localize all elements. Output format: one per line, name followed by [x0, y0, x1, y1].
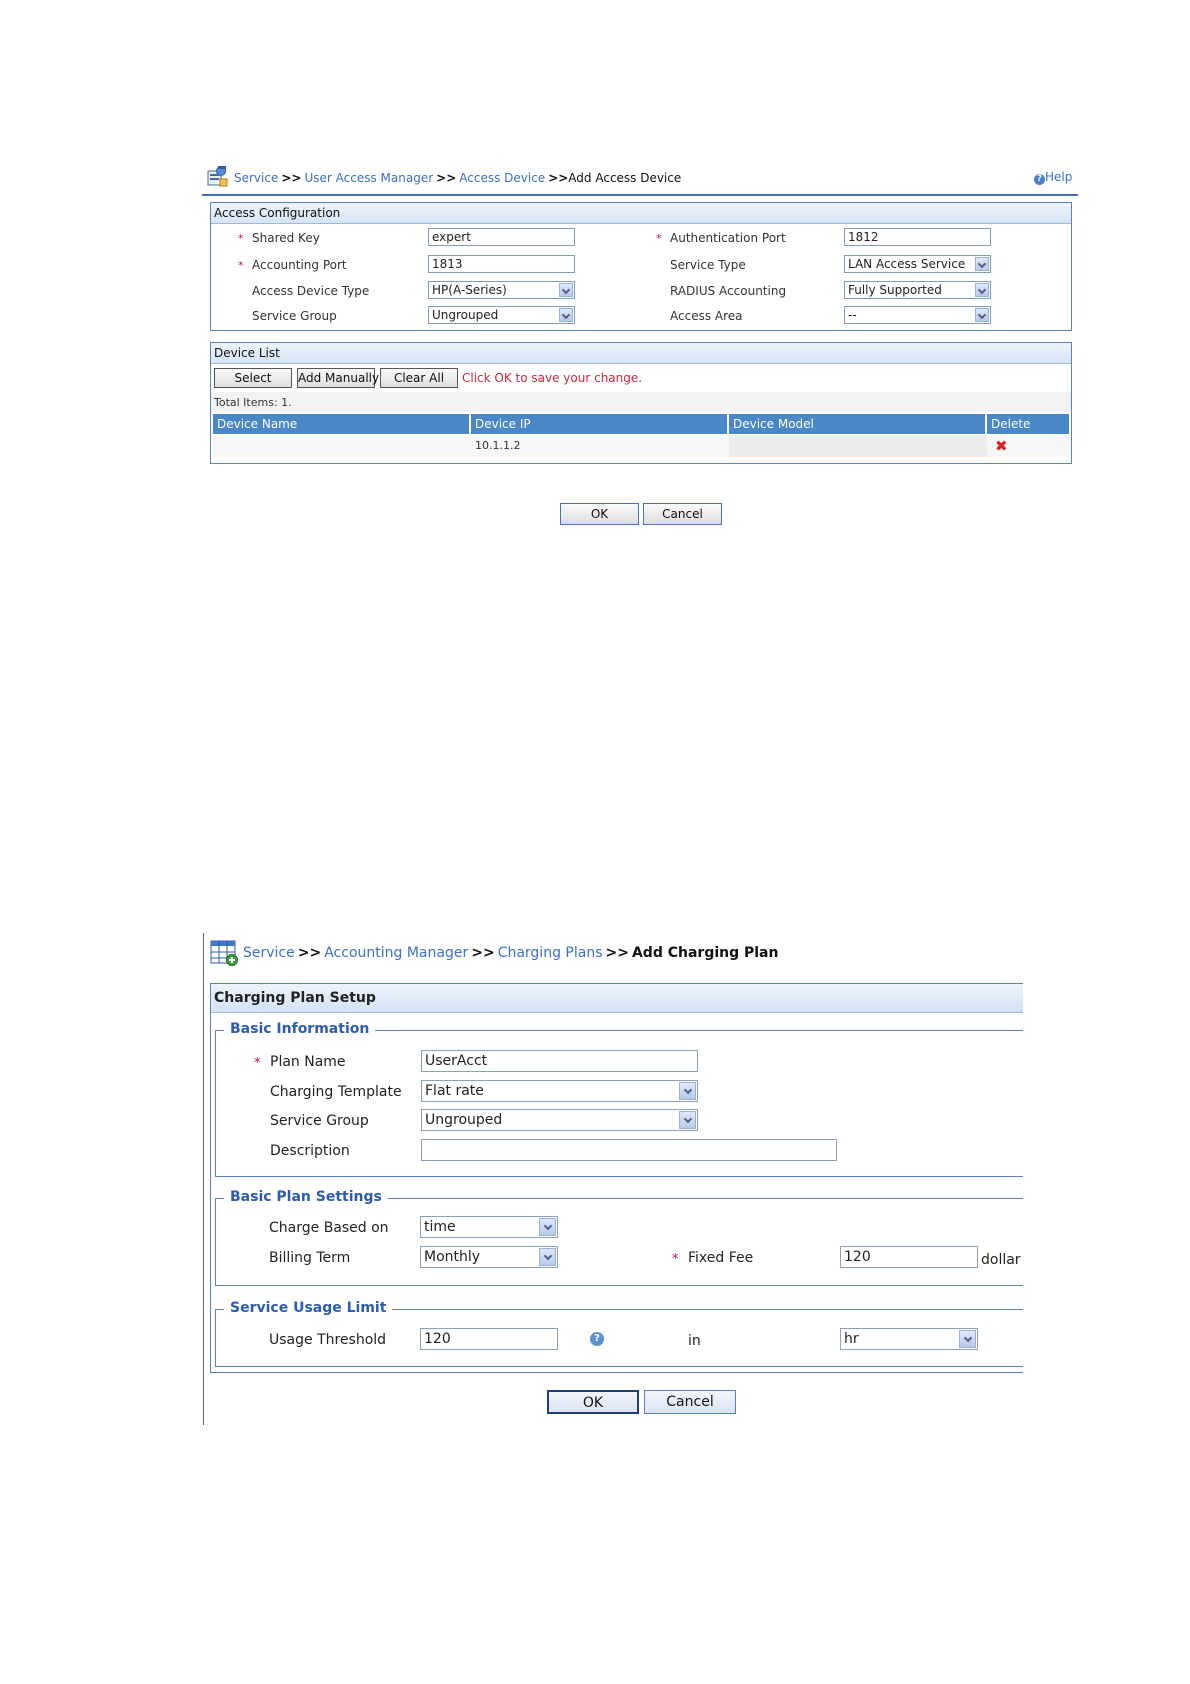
usage-threshold-label: Usage Threshold — [269, 1332, 387, 1348]
billing-term-label: Billing Term — [269, 1250, 351, 1266]
charging-template-label: Charging Template — [270, 1084, 402, 1100]
column-device-ip[interactable]: Device IP — [471, 414, 727, 434]
column-device-model[interactable]: Device Model — [729, 414, 985, 434]
service-group-label: Service Group — [270, 1113, 369, 1129]
required-marker: * — [672, 1252, 679, 1267]
breadcrumb-service[interactable]: Service — [234, 171, 278, 185]
fixed-fee-unit: dollar — [981, 1252, 1021, 1268]
device-ip-cell: 10.1.1.2 — [475, 439, 521, 452]
usage-unit-select[interactable]: hr — [840, 1328, 978, 1350]
chevron-down-icon[interactable] — [559, 308, 573, 322]
panel-title: Device List — [211, 343, 1071, 364]
charge-based-on-label: Charge Based on — [269, 1220, 389, 1236]
column-device-name[interactable]: Device Name — [213, 414, 469, 434]
device-list-panel: Device List Select Add Manually Clear Al… — [210, 342, 1072, 464]
basic-plan-settings-title: Basic Plan Settings — [224, 1189, 388, 1205]
ok-button[interactable]: OK — [547, 1390, 639, 1414]
required-marker: * — [254, 1056, 261, 1071]
total-items-bar — [211, 392, 1071, 412]
cancel-button[interactable]: Cancel — [644, 1390, 736, 1414]
authentication-port-label: Authentication Port — [670, 231, 786, 245]
service-module-icon — [206, 165, 228, 187]
accounting-port-input[interactable]: 1813 — [428, 255, 575, 273]
fixed-fee-input[interactable]: 120 — [840, 1246, 978, 1268]
chevron-down-icon[interactable] — [959, 1330, 976, 1348]
access-area-label: Access Area — [670, 309, 743, 323]
service-group-select[interactable]: Ungrouped — [428, 306, 575, 324]
chevron-down-icon[interactable] — [679, 1111, 696, 1129]
basic-information-title: Basic Information — [224, 1021, 376, 1037]
accounting-port-label: Accounting Port — [252, 258, 347, 272]
clear-all-button[interactable]: Clear All — [380, 368, 458, 388]
plan-name-input[interactable]: UserAcct — [421, 1050, 698, 1072]
service-type-select[interactable]: LAN Access Service — [844, 255, 991, 273]
chevron-down-icon[interactable] — [539, 1218, 556, 1236]
chevron-down-icon[interactable] — [539, 1248, 556, 1266]
chevron-down-icon[interactable] — [975, 257, 989, 271]
basic-plan-settings-group — [215, 1198, 1023, 1286]
breadcrumb-current: Add Access Device — [568, 171, 682, 185]
panel-title: Access Configuration — [211, 203, 1071, 224]
access-device-type-label: Access Device Type — [252, 284, 370, 298]
breadcrumb-accounting-manager[interactable]: Accounting Manager — [324, 945, 468, 961]
required-marker: * — [238, 259, 244, 272]
breadcrumb: Service >> Accounting Manager >> Charging Pl… — [243, 945, 779, 961]
cancel-button[interactable]: Cancel — [643, 503, 722, 525]
device-model-cell — [729, 435, 987, 457]
breadcrumb-current: Add Charging Plan — [631, 945, 779, 961]
save-hint: Click OK to save your change. — [462, 371, 643, 385]
radius-accounting-select[interactable]: Fully Supported — [844, 281, 991, 299]
chevron-down-icon[interactable] — [975, 283, 989, 297]
panel-title: Charging Plan Setup — [211, 984, 1023, 1013]
description-input[interactable] — [421, 1139, 837, 1161]
plan-name-label: Plan Name — [270, 1054, 346, 1070]
access-area-select[interactable]: -- — [844, 306, 991, 324]
authentication-port-input[interactable]: 1812 — [844, 228, 991, 246]
help-icon: ? — [1034, 174, 1045, 185]
service-type-label: Service Type — [670, 258, 746, 272]
ok-button[interactable]: OK — [560, 503, 639, 525]
billing-term-select[interactable]: Monthly — [420, 1246, 558, 1268]
in-label: in — [688, 1333, 701, 1349]
breadcrumb-access-device[interactable]: Access Device — [459, 171, 545, 185]
left-frame-border — [203, 933, 204, 1425]
service-group-label: Service Group — [252, 309, 337, 323]
access-configuration-panel: Access Configuration * Shared Key expert… — [210, 202, 1072, 331]
total-items: Total Items: 1. — [214, 396, 292, 409]
required-marker: * — [656, 232, 662, 245]
radius-accounting-label: RADIUS Accounting — [670, 284, 787, 298]
select-button[interactable]: Select — [214, 368, 292, 388]
accounting-grid-icon — [210, 940, 238, 966]
table-row: 10.1.1.2 ✖ — [213, 435, 1069, 457]
header-divider — [202, 194, 1078, 196]
column-delete: Delete — [987, 414, 1069, 434]
breadcrumb-user-access-manager[interactable]: User Access Manager — [304, 171, 433, 185]
access-device-type-select[interactable]: HP(A-Series) — [428, 281, 575, 299]
breadcrumb-service[interactable]: Service — [243, 945, 295, 961]
chevron-down-icon[interactable] — [679, 1082, 696, 1100]
service-group-select[interactable]: Ungrouped — [421, 1109, 698, 1131]
add-manually-button[interactable]: Add Manually — [297, 368, 379, 388]
charging-template-select[interactable]: Flat rate — [421, 1080, 698, 1102]
fixed-fee-label: Fixed Fee — [688, 1250, 754, 1266]
required-marker: * — [238, 232, 244, 245]
chevron-down-icon[interactable] — [975, 308, 989, 322]
help-link[interactable]: ? Help — [1034, 170, 1072, 185]
breadcrumb: Service >> User Access Manager >> Access Dev… — [234, 171, 682, 185]
info-icon[interactable]: ? — [590, 1332, 604, 1346]
delete-icon[interactable]: ✖ — [995, 439, 1008, 454]
service-usage-limit-title: Service Usage Limit — [224, 1300, 393, 1316]
shared-key-input[interactable]: expert — [428, 228, 575, 246]
description-label: Description — [270, 1143, 350, 1159]
breadcrumb-charging-plans[interactable]: Charging Plans — [498, 945, 603, 961]
usage-threshold-input[interactable]: 120 — [420, 1328, 558, 1350]
charge-based-on-select[interactable]: time — [420, 1216, 558, 1238]
shared-key-label: Shared Key — [252, 231, 320, 245]
chevron-down-icon[interactable] — [559, 283, 573, 297]
